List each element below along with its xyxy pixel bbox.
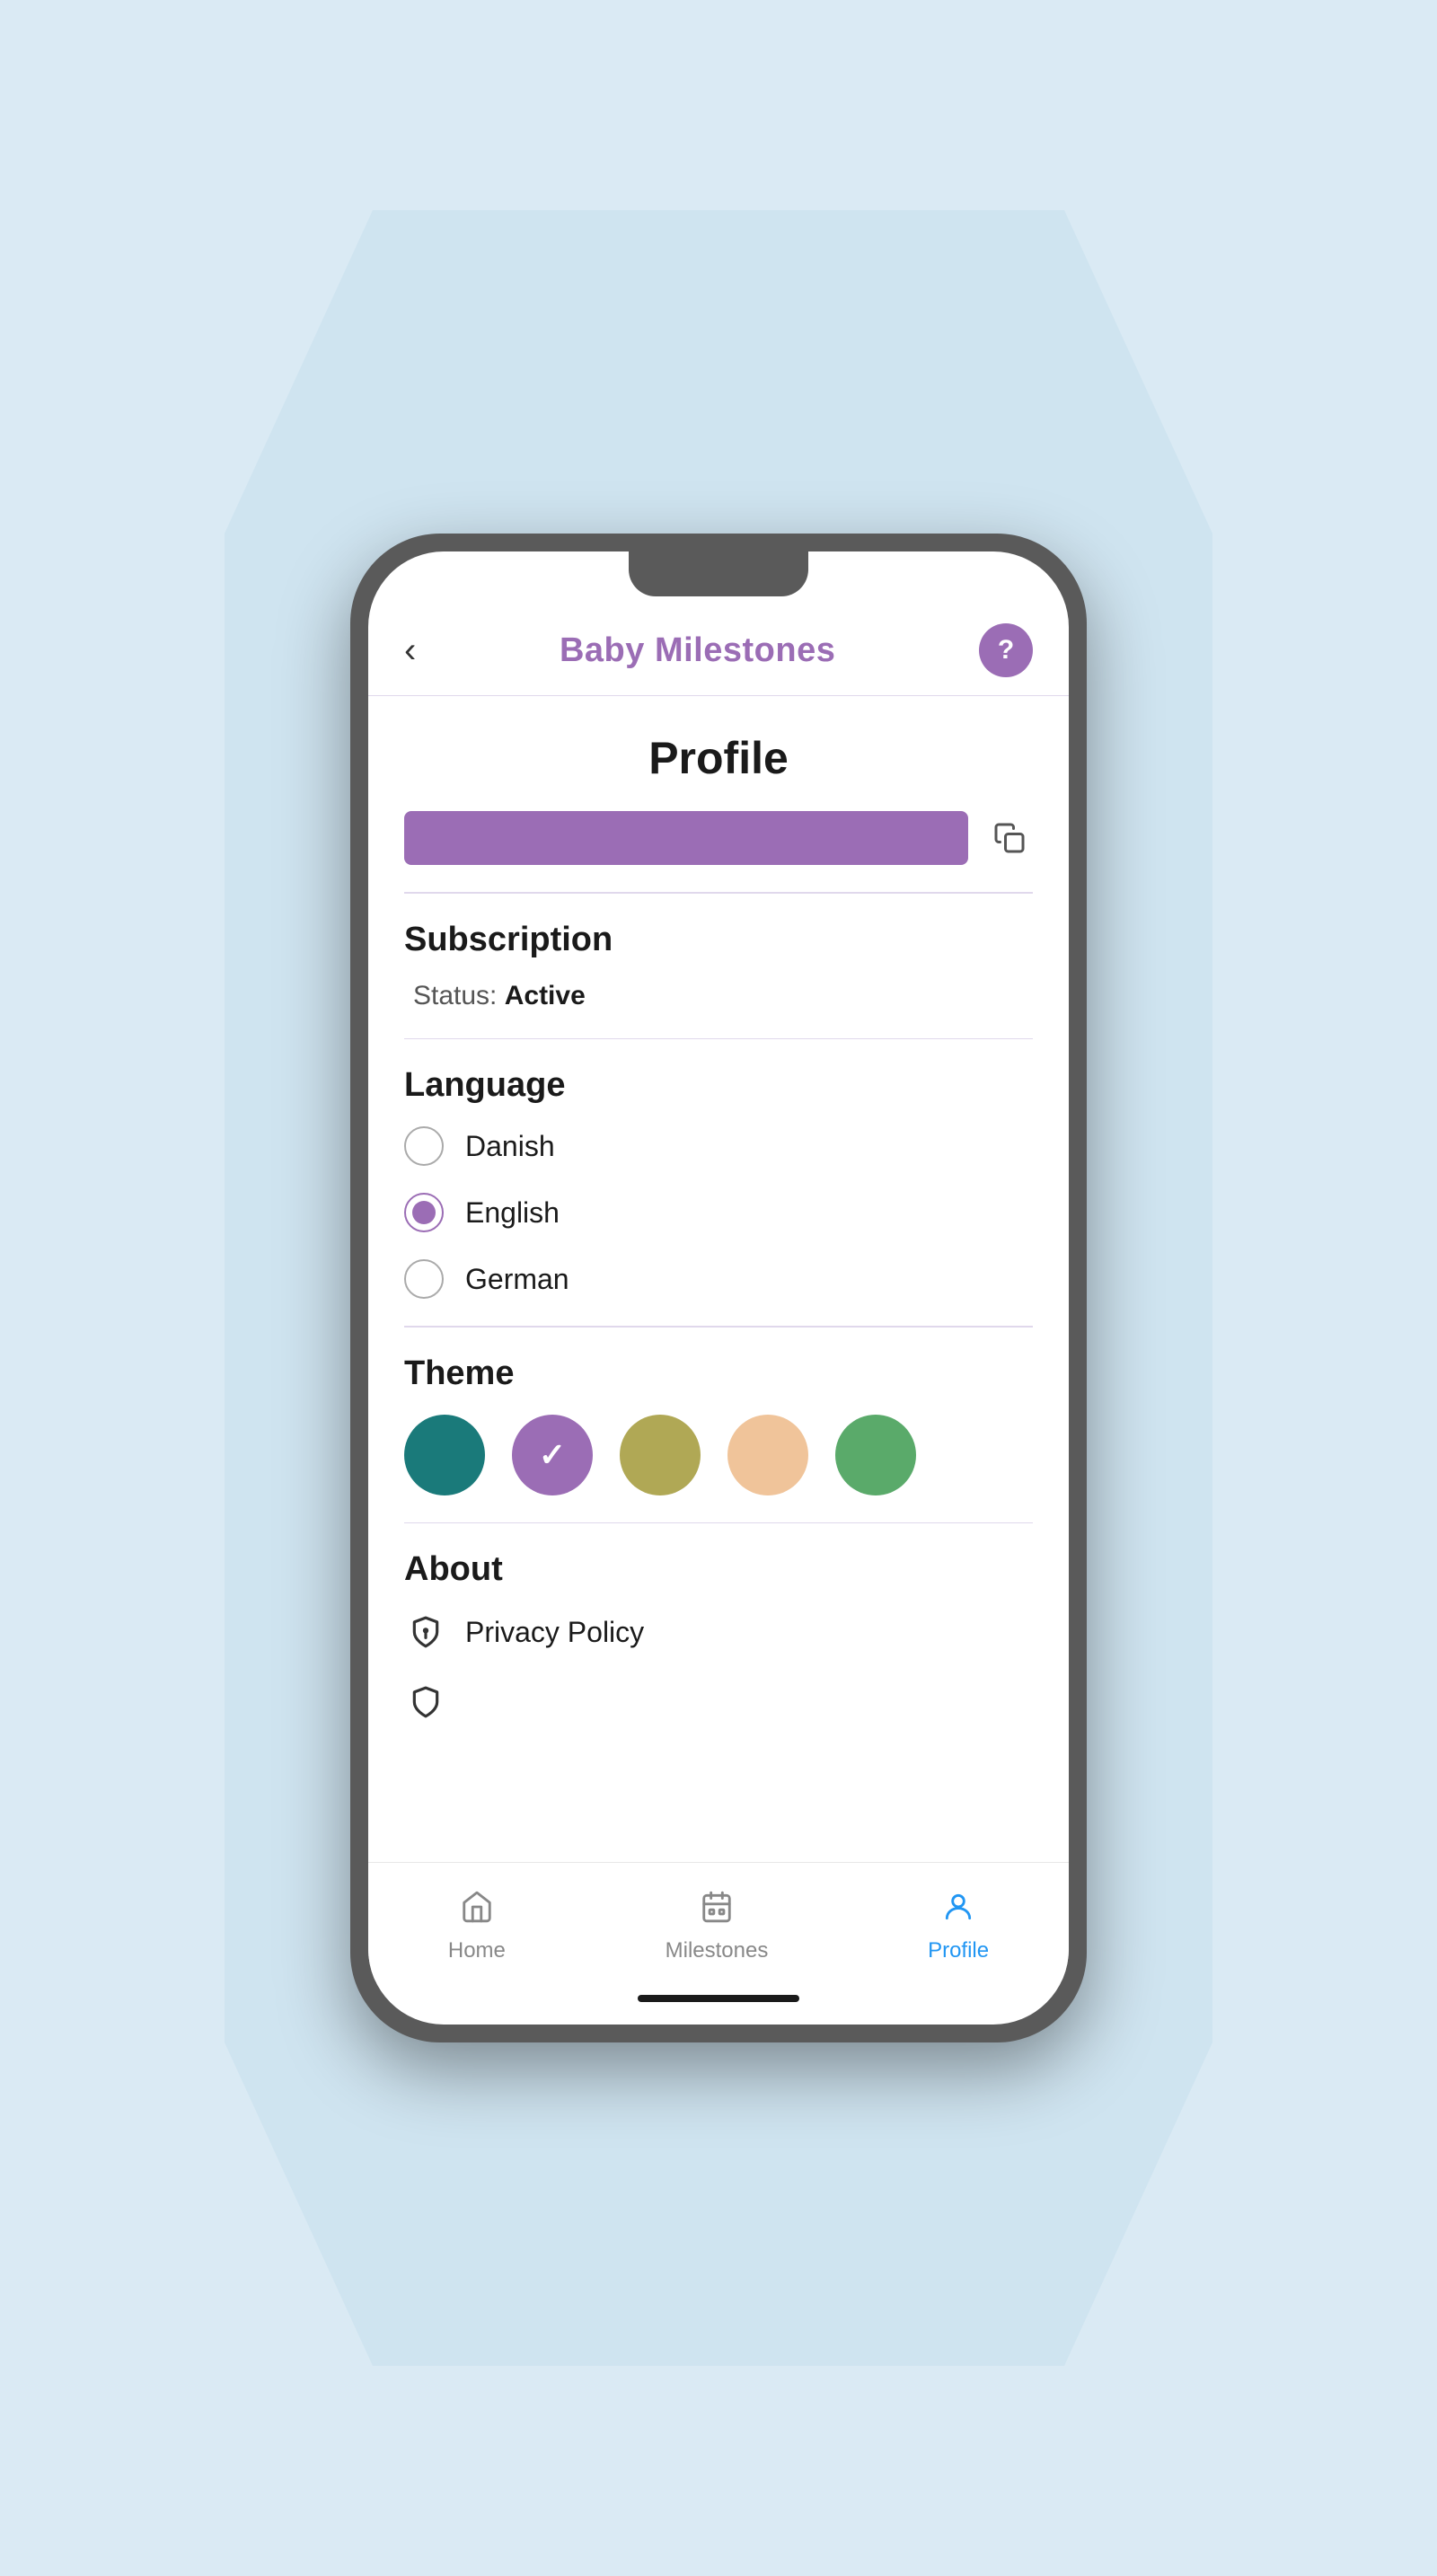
document-icon bbox=[404, 1681, 447, 1724]
home-bar-indicator bbox=[638, 1995, 799, 2002]
label-german: German bbox=[465, 1263, 569, 1296]
person-icon bbox=[941, 1890, 975, 1933]
about-privacy-policy[interactable]: Privacy Policy bbox=[404, 1610, 1033, 1654]
nav-profile-label: Profile bbox=[928, 1938, 989, 1963]
nav-home-label: Home bbox=[448, 1938, 506, 1963]
divider-1 bbox=[404, 892, 1033, 894]
theme-circles: ✓ bbox=[404, 1415, 1033, 1495]
home-icon bbox=[460, 1890, 494, 1933]
divider-2 bbox=[404, 1038, 1033, 1040]
calendar-icon bbox=[700, 1890, 734, 1933]
divider-4 bbox=[404, 1522, 1033, 1524]
language-title: Language bbox=[404, 1066, 1033, 1105]
app-title: Baby Milestones bbox=[560, 631, 835, 670]
theme-check-icon: ✓ bbox=[539, 1436, 566, 1474]
language-option-danish[interactable]: Danish bbox=[404, 1126, 1033, 1166]
phone-notch bbox=[629, 551, 808, 596]
bottom-nav: Home bbox=[368, 1862, 1069, 1981]
code-bar bbox=[404, 811, 968, 865]
theme-green[interactable] bbox=[835, 1415, 916, 1495]
home-bar bbox=[368, 1981, 1069, 2025]
page-title: Profile bbox=[404, 732, 1033, 784]
label-english: English bbox=[465, 1196, 560, 1230]
nav-home[interactable]: Home bbox=[421, 1881, 533, 1972]
theme-purple[interactable]: ✓ bbox=[512, 1415, 593, 1495]
about-title: About bbox=[404, 1550, 1033, 1589]
radio-english-inner bbox=[412, 1201, 436, 1224]
about-item-2[interactable] bbox=[404, 1681, 1033, 1724]
radio-danish bbox=[404, 1126, 444, 1166]
phone-screen: ‹ Baby Milestones ? Profile bbox=[368, 551, 1069, 2025]
copy-button[interactable] bbox=[986, 815, 1033, 861]
phone-frame: ‹ Baby Milestones ? Profile bbox=[350, 534, 1087, 2042]
theme-teal[interactable] bbox=[404, 1415, 485, 1495]
nav-milestones[interactable]: Milestones bbox=[639, 1881, 796, 1972]
subscription-status: Status: Active bbox=[413, 981, 1033, 1011]
theme-olive[interactable] bbox=[620, 1415, 701, 1495]
shield-icon bbox=[404, 1610, 447, 1654]
language-option-english[interactable]: English bbox=[404, 1193, 1033, 1232]
language-option-german[interactable]: German bbox=[404, 1259, 1033, 1299]
code-bar-row bbox=[404, 811, 1033, 865]
back-button[interactable]: ‹ bbox=[404, 632, 416, 668]
radio-english bbox=[404, 1193, 444, 1232]
theme-title: Theme bbox=[404, 1354, 1033, 1393]
app-header: ‹ Baby Milestones ? bbox=[368, 596, 1069, 696]
divider-3 bbox=[404, 1326, 1033, 1328]
app-content: ‹ Baby Milestones ? Profile bbox=[368, 551, 1069, 2025]
label-danish: Danish bbox=[465, 1130, 555, 1163]
theme-peach[interactable] bbox=[727, 1415, 808, 1495]
subscription-title: Subscription bbox=[404, 921, 1033, 959]
help-button[interactable]: ? bbox=[979, 623, 1033, 677]
main-scroll: Profile bbox=[368, 696, 1069, 1862]
nav-milestones-label: Milestones bbox=[666, 1938, 769, 1963]
privacy-policy-label: Privacy Policy bbox=[465, 1616, 644, 1649]
page-wrapper: ‹ Baby Milestones ? Profile bbox=[0, 0, 1437, 2576]
nav-profile[interactable]: Profile bbox=[901, 1881, 1016, 1972]
radio-german bbox=[404, 1259, 444, 1299]
